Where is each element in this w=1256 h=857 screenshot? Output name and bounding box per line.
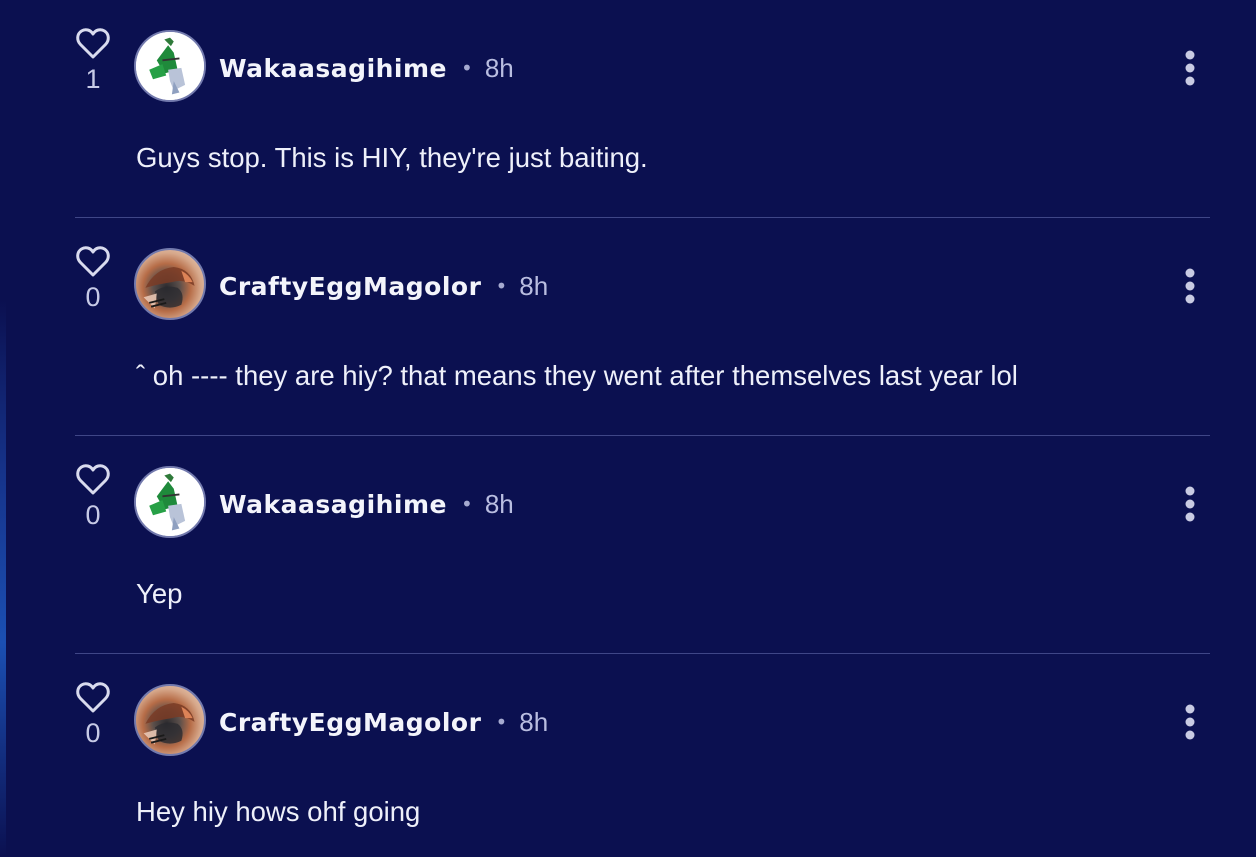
comment-meta: Wakaasagihime • 8h <box>219 486 514 522</box>
meta-separator: • <box>495 710 508 734</box>
username[interactable]: CraftyEggMagolor <box>219 272 481 301</box>
avatar[interactable] <box>134 30 206 102</box>
like-count: 0 <box>85 500 101 530</box>
comment-item: 0 CraftyEggMagolor • 8h ˆ oh ---- they a… <box>75 218 1210 436</box>
comment-thread: 1 Wakaasagihime • 8h Guys stop. This is … <box>75 0 1210 857</box>
timestamp[interactable]: 8h <box>519 707 548 738</box>
comment-text: Yep <box>136 578 183 609</box>
vertical-ellipsis-icon <box>1185 50 1195 86</box>
vertical-ellipsis-icon <box>1185 704 1195 740</box>
like-control: 0 <box>75 244 111 312</box>
comment-meta: CraftyEggMagolor • 8h <box>219 268 548 304</box>
heart-icon[interactable] <box>75 680 111 714</box>
avatar[interactable] <box>134 684 206 756</box>
comment-text: Hey hiy hows ohf going <box>136 796 421 827</box>
comment-meta: Wakaasagihime • 8h <box>219 50 514 86</box>
timestamp[interactable]: 8h <box>519 271 548 302</box>
meta-separator: • <box>495 274 508 298</box>
avatar[interactable] <box>134 466 206 538</box>
avatar[interactable] <box>134 248 206 320</box>
like-count: 0 <box>85 282 101 312</box>
comment-item: 0 CraftyEggMagolor • 8h Hey hiy hows ohf… <box>75 654 1210 857</box>
meta-separator: • <box>461 492 473 516</box>
like-control: 0 <box>75 462 111 530</box>
username[interactable]: CraftyEggMagolor <box>219 708 481 737</box>
more-options-button[interactable] <box>1178 484 1202 524</box>
like-count: 1 <box>85 64 101 94</box>
like-control: 1 <box>75 26 111 94</box>
username[interactable]: Wakaasagihime <box>219 490 447 519</box>
comment-item: 0 Wakaasagihime • 8h Yep <box>75 436 1210 654</box>
timestamp[interactable]: 8h <box>485 489 514 520</box>
comment-text: Guys stop. This is HIY, they're just bai… <box>136 142 648 173</box>
meta-separator: • <box>461 56 473 80</box>
heart-icon[interactable] <box>75 244 111 278</box>
vertical-ellipsis-icon <box>1185 268 1195 304</box>
vertical-ellipsis-icon <box>1185 486 1195 522</box>
username[interactable]: Wakaasagihime <box>219 54 447 83</box>
comment-text: ˆ oh ---- they are hiy? that means they … <box>136 360 1018 391</box>
like-control: 0 <box>75 680 111 748</box>
heart-icon[interactable] <box>75 462 111 496</box>
comment-item: 1 Wakaasagihime • 8h Guys stop. This is … <box>75 0 1210 218</box>
like-count: 0 <box>85 718 101 748</box>
timestamp[interactable]: 8h <box>485 53 514 84</box>
heart-icon[interactable] <box>75 26 111 60</box>
more-options-button[interactable] <box>1178 702 1202 742</box>
more-options-button[interactable] <box>1178 48 1202 88</box>
comment-meta: CraftyEggMagolor • 8h <box>219 704 548 740</box>
left-edge-accent <box>0 0 6 857</box>
more-options-button[interactable] <box>1178 266 1202 306</box>
